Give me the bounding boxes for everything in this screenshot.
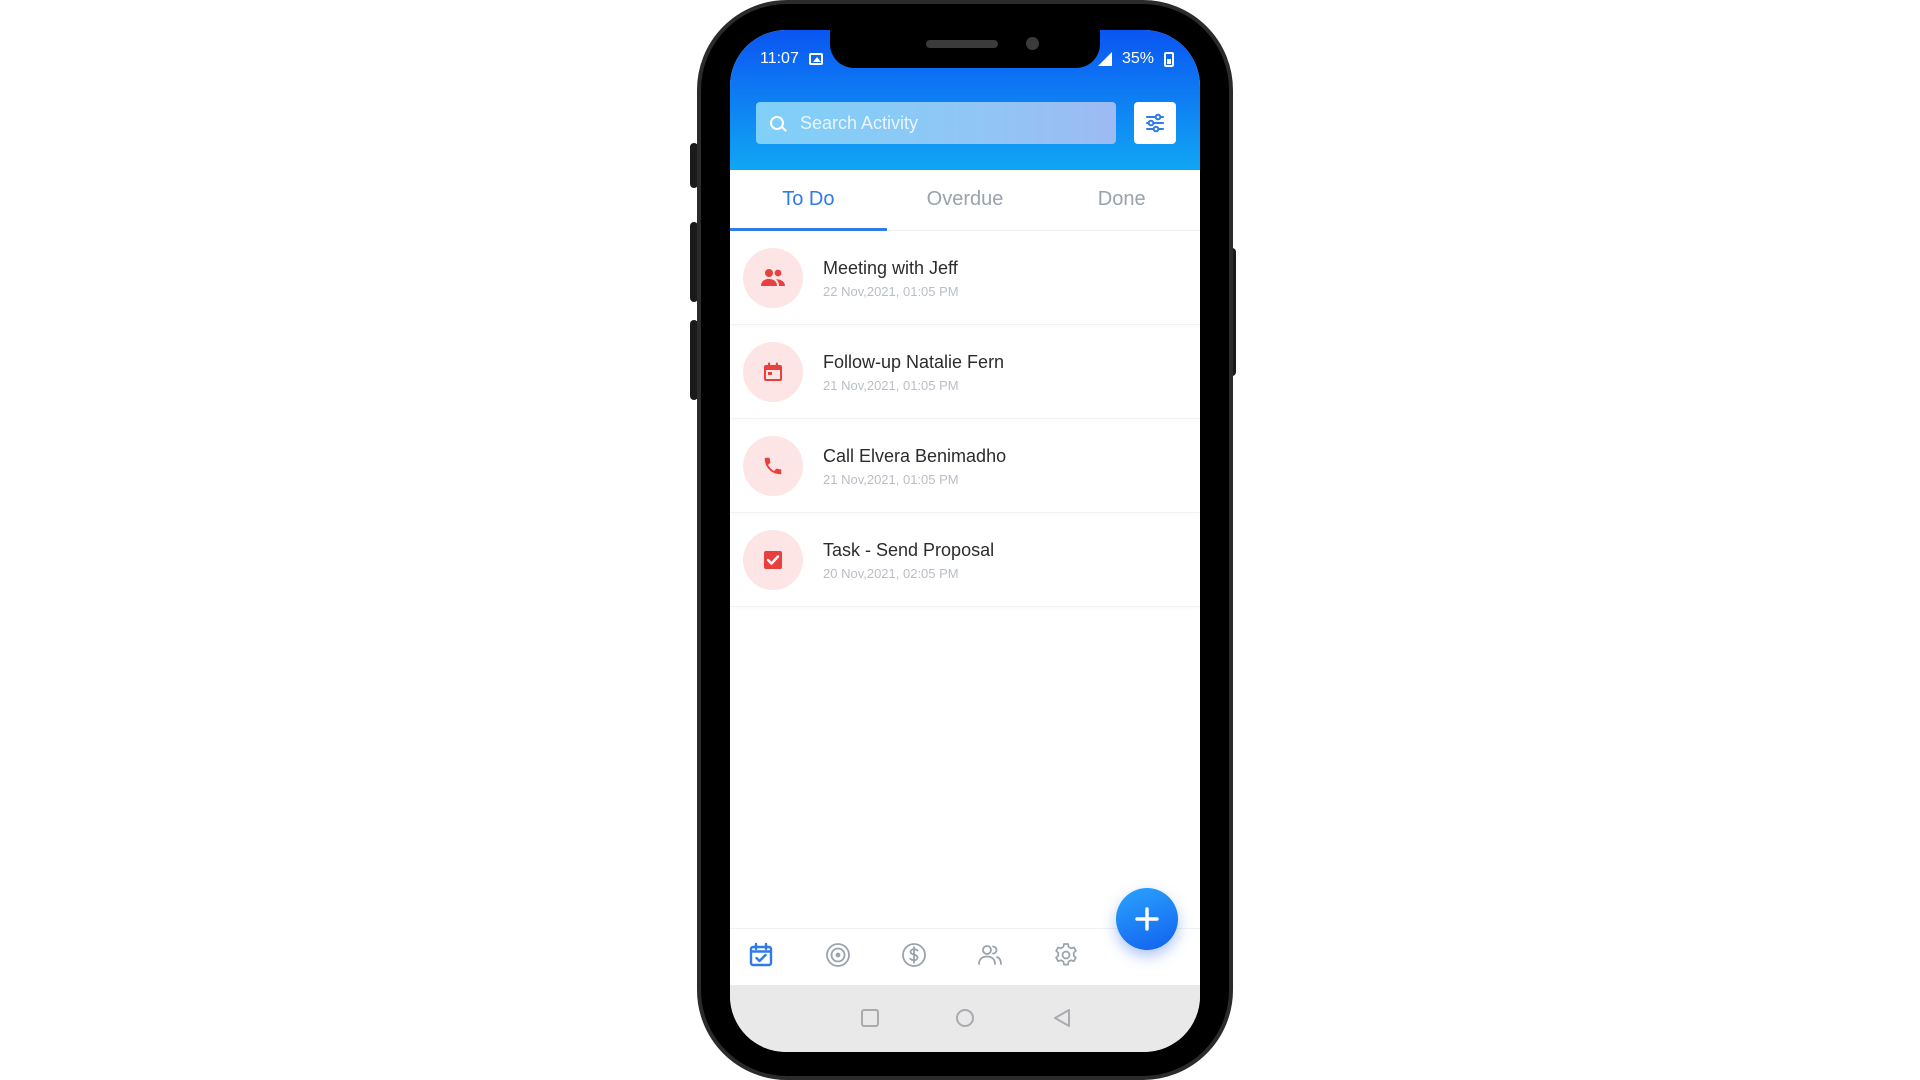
- status-right: 35%: [1097, 50, 1174, 68]
- target-icon[interactable]: [824, 941, 852, 969]
- android-system-bar: [730, 985, 1200, 1052]
- search-icon: [770, 116, 784, 130]
- tab-to-do[interactable]: To Do: [730, 170, 887, 231]
- speaker-grille: [926, 40, 998, 48]
- signal-icon: [1097, 52, 1112, 66]
- activity-text: Task - Send Proposal 20 Nov,2021, 02:05 …: [823, 539, 994, 581]
- activity-title: Follow-up Natalie Fern: [823, 351, 1005, 372]
- activity-date: 22 Nov,2021, 01:05 PM: [823, 283, 959, 299]
- activity-item-task[interactable]: Task - Send Proposal 20 Nov,2021, 02:05 …: [730, 513, 1200, 607]
- activity-avatar: [743, 529, 803, 590]
- activity-date: 21 Nov,2021, 01:05 PM: [823, 471, 959, 487]
- tab-overdue[interactable]: Overdue: [887, 170, 1044, 230]
- activity-title: Call Elvera Benimadho: [823, 445, 1007, 466]
- activity-date: 20 Nov,2021, 02:05 PM: [823, 565, 959, 581]
- battery-percent: 35%: [1121, 50, 1154, 67]
- activity-title: Task - Send Proposal: [823, 539, 995, 560]
- activity-text: Follow-up Natalie Fern 21 Nov,2021, 01:0…: [823, 351, 1004, 393]
- status-left: 11:07: [760, 50, 823, 68]
- contacts-icon[interactable]: [976, 941, 1004, 969]
- home-icon[interactable]: [955, 1008, 975, 1028]
- add-activity-button[interactable]: [1116, 888, 1178, 950]
- activity-avatar: [743, 341, 803, 402]
- image-notification-icon: [808, 53, 823, 65]
- activity-list: Meeting with Jeff 22 Nov,2021, 01:05 PM …: [730, 231, 1200, 607]
- battery-icon: [1164, 51, 1174, 67]
- recent-apps-icon[interactable]: [860, 1008, 880, 1028]
- phone-notch: [830, 30, 1100, 68]
- activity-title: Meeting with Jeff: [823, 257, 958, 278]
- back-icon[interactable]: [1052, 1008, 1072, 1028]
- phone-screen: 11:07 35% Search Activity To Do Overdue …: [730, 30, 1200, 1052]
- filter-button[interactable]: [1134, 102, 1176, 144]
- search-box[interactable]: [756, 102, 1116, 144]
- activity-item-call[interactable]: Call Elvera Benimadho 21 Nov,2021, 01:05…: [730, 419, 1200, 513]
- plus-icon: [1135, 907, 1159, 931]
- checkbox-icon: [764, 550, 782, 569]
- app-header: 11:07 35%: [730, 30, 1200, 170]
- activity-item-meeting[interactable]: Meeting with Jeff 22 Nov,2021, 01:05 PM: [730, 231, 1200, 325]
- group-icon: [761, 268, 785, 286]
- phone-icon: [764, 457, 782, 474]
- search-row: [756, 102, 1176, 144]
- stage: 11:07 35% Search Activity To Do Overdue …: [0, 0, 1920, 1080]
- activity-text: Meeting with Jeff 22 Nov,2021, 01:05 PM: [823, 257, 959, 299]
- activity-item-follow-up[interactable]: Follow-up Natalie Fern 21 Nov,2021, 01:0…: [730, 325, 1200, 419]
- activity-check-icon[interactable]: [747, 941, 775, 969]
- calendar-icon: [764, 362, 782, 381]
- search-input[interactable]: [798, 111, 1102, 135]
- activity-avatar: [743, 247, 803, 308]
- sliders-icon: [1146, 113, 1164, 133]
- front-camera: [1026, 37, 1039, 50]
- dollar-icon[interactable]: [900, 941, 928, 969]
- settings-gear-icon[interactable]: [1052, 941, 1080, 969]
- activity-avatar: [743, 435, 803, 496]
- tab-done[interactable]: Done: [1043, 170, 1200, 230]
- activity-tabs: To Do Overdue Done: [730, 170, 1200, 231]
- activity-text: Call Elvera Benimadho 21 Nov,2021, 01:05…: [823, 445, 1006, 487]
- status-time: 11:07: [760, 50, 799, 67]
- activity-date: 21 Nov,2021, 01:05 PM: [823, 377, 959, 393]
